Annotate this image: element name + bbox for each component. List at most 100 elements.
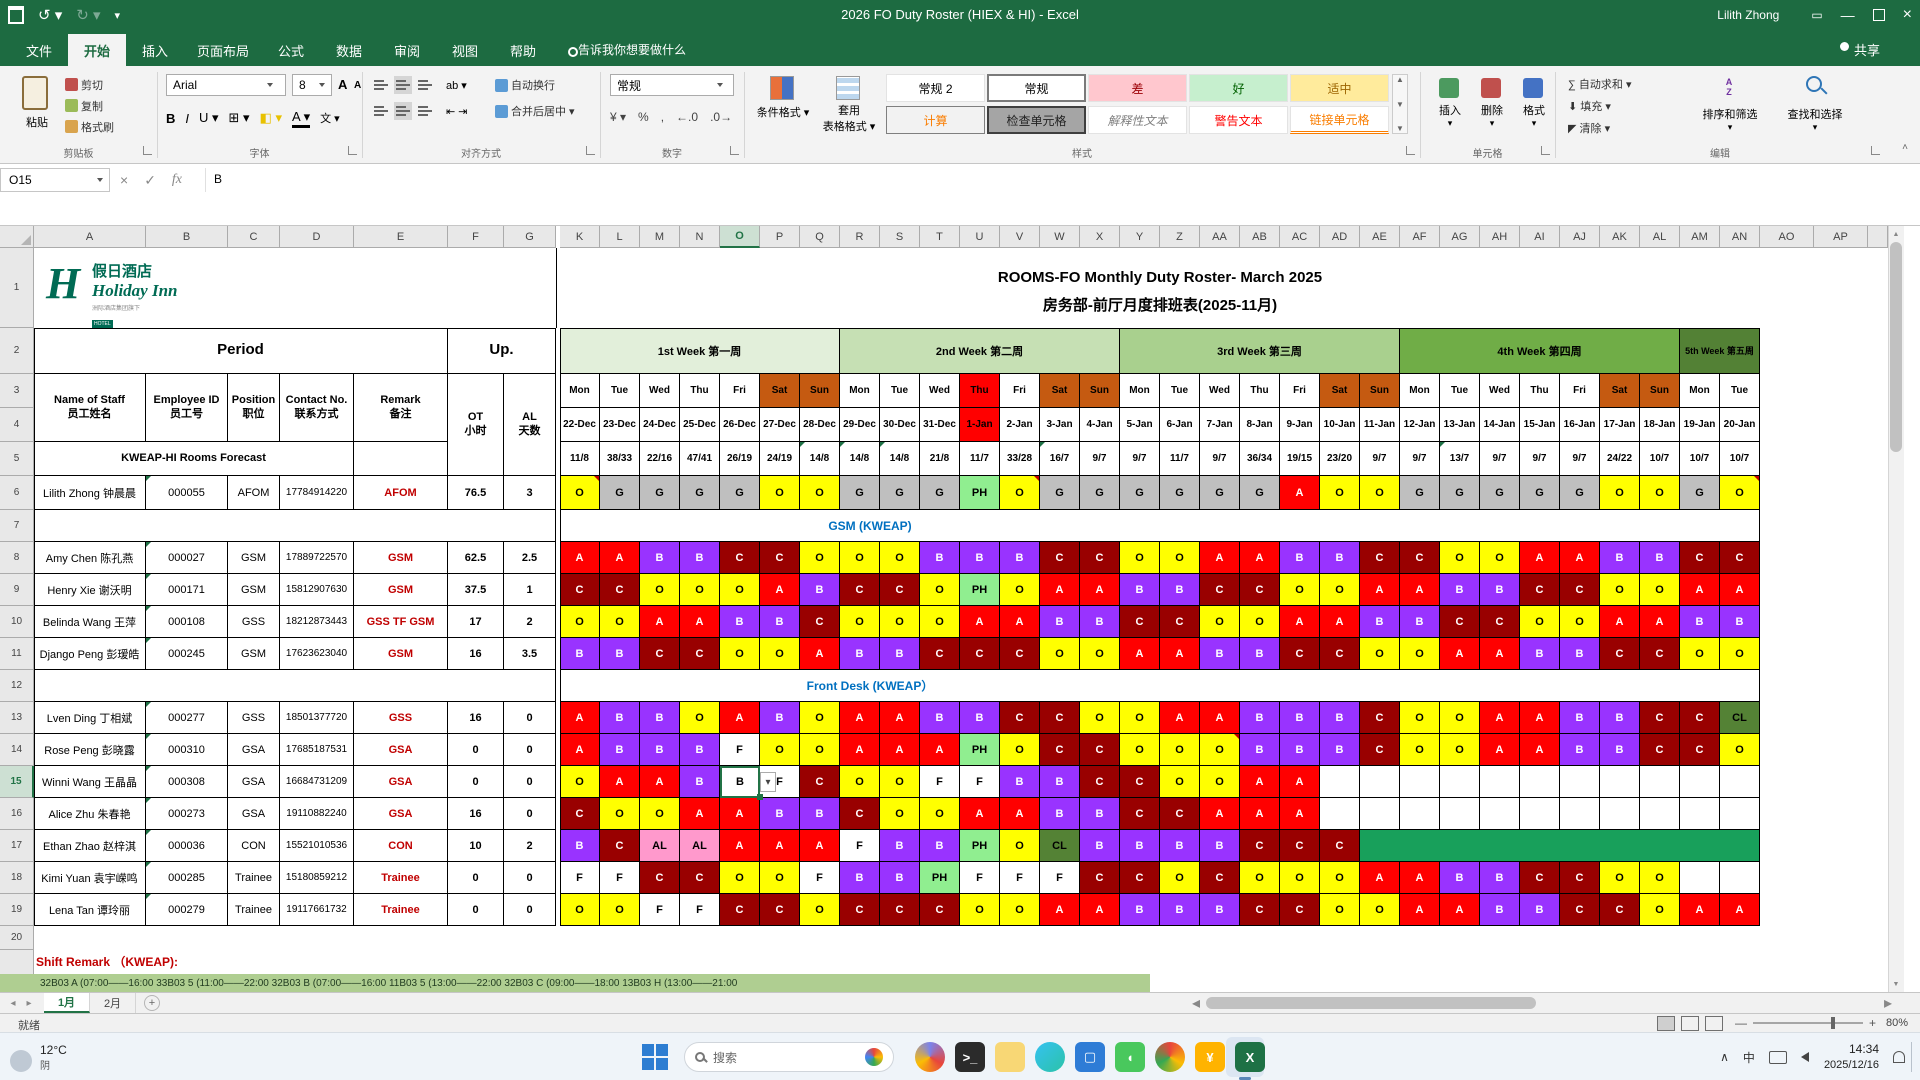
shift-cell-r8-c13[interactable]: C	[1080, 542, 1120, 574]
font-family-dropdown-icon[interactable]	[267, 83, 273, 87]
staff-ot-cell[interactable]: 0	[448, 766, 504, 798]
shift-cell-r15-c7[interactable]: O	[840, 766, 880, 798]
shift-cell-r8-c26[interactable]: B	[1600, 542, 1640, 574]
staff-id-cell[interactable]: 000108	[146, 606, 228, 638]
shift-cell-r10-c5[interactable]: B	[760, 606, 800, 638]
shift-cell-r15-c8[interactable]: O	[880, 766, 920, 798]
shift-cell-r13-c27[interactable]: C	[1640, 702, 1680, 734]
shift-cell-r6-c12[interactable]: G	[1040, 476, 1080, 510]
shift-cell-r11-c15[interactable]: A	[1160, 638, 1200, 670]
shift-cell-r6-c16[interactable]: G	[1200, 476, 1240, 510]
shift-cell-r10-c6[interactable]: C	[800, 606, 840, 638]
start-button[interactable]	[640, 1042, 670, 1072]
shift-cell-r13-c4[interactable]: A	[720, 702, 760, 734]
shift-cell-r19-c14[interactable]: B	[1120, 894, 1160, 926]
shift-cell-r13-c3[interactable]: O	[680, 702, 720, 734]
shift-cell-r11-c7[interactable]: B	[840, 638, 880, 670]
shift-cell-r13-c24[interactable]: A	[1520, 702, 1560, 734]
staff-id-cell[interactable]: 000310	[146, 734, 228, 766]
shift-cell-r15-c12[interactable]: B	[1040, 766, 1080, 798]
row-header-6[interactable]: 6	[0, 476, 34, 510]
staff-name-cell[interactable]: Alice Zhu 朱春艳	[34, 798, 146, 830]
shift-cell-r16-c12[interactable]: B	[1040, 798, 1080, 830]
bold-button[interactable]: B	[166, 111, 175, 126]
shift-cell-r9-c27[interactable]: O	[1640, 574, 1680, 606]
shift-cell-r10-c14[interactable]: C	[1120, 606, 1160, 638]
hscroll-left-icon[interactable]: ◂	[1190, 996, 1202, 1010]
shift-cell-r19-c7[interactable]: C	[840, 894, 880, 926]
shift-cell-r13-c13[interactable]: O	[1080, 702, 1120, 734]
scroll-down-icon[interactable]: ▼	[1890, 979, 1902, 989]
shift-cell-r8-c18[interactable]: B	[1280, 542, 1320, 574]
shift-cell-r14-c27[interactable]: C	[1640, 734, 1680, 766]
shift-cell-r17-c19[interactable]: C	[1320, 830, 1360, 862]
staff-id-cell[interactable]: 000273	[146, 798, 228, 830]
shift-cell-r13-c17[interactable]: B	[1240, 702, 1280, 734]
staff-ot-cell[interactable]: 10	[448, 830, 504, 862]
shift-cell-r16-c7[interactable]: C	[840, 798, 880, 830]
maximize-button[interactable]	[1873, 9, 1885, 21]
shift-cell-r16-c29[interactable]	[1720, 798, 1760, 830]
fill-handle[interactable]	[757, 794, 763, 800]
shift-cell-r14-c9[interactable]: A	[920, 734, 960, 766]
staff-al-cell[interactable]: 2	[504, 606, 556, 638]
sheet-tab-2月[interactable]: 2月	[90, 993, 136, 1013]
shift-cell-r10-c10[interactable]: A	[960, 606, 1000, 638]
shift-cell-r6-c19[interactable]: O	[1320, 476, 1360, 510]
staff-name-cell[interactable]: Lven Ding 丁相斌	[34, 702, 146, 734]
shift-cell-r14-c24[interactable]: A	[1520, 734, 1560, 766]
shift-cell-r19-c2[interactable]: F	[640, 894, 680, 926]
horizontal-scroll-thumb[interactable]	[1206, 997, 1536, 1009]
staff-al-cell[interactable]: 0	[504, 734, 556, 766]
column-header-AD[interactable]: AD	[1320, 226, 1360, 248]
shift-cell-r14-c2[interactable]: B	[640, 734, 680, 766]
staff-position-cell[interactable]: Trainee	[228, 862, 280, 894]
shift-cell-r9-c11[interactable]: O	[1000, 574, 1040, 606]
shift-cell-r9-c19[interactable]: O	[1320, 574, 1360, 606]
staff-position-cell[interactable]: GSM	[228, 542, 280, 574]
shift-cell-r16-c25[interactable]	[1560, 798, 1600, 830]
shift-cell-r11-c29[interactable]: O	[1720, 638, 1760, 670]
shift-cell-r16-c22[interactable]	[1440, 798, 1480, 830]
shift-cell-r16-c15[interactable]: C	[1160, 798, 1200, 830]
column-header-P[interactable]: P	[760, 226, 800, 248]
shift-cell-r18-c3[interactable]: C	[680, 862, 720, 894]
shift-cell-r11-c24[interactable]: B	[1520, 638, 1560, 670]
format-painter-button[interactable]: 格式刷	[62, 117, 148, 136]
collapse-ribbon-icon[interactable]: ˄	[1898, 140, 1912, 154]
shift-cell-r16-c18[interactable]: A	[1280, 798, 1320, 830]
shift-cell-r19-c12[interactable]: A	[1040, 894, 1080, 926]
shift-cell-r8-c29[interactable]: C	[1720, 542, 1760, 574]
sheet-tab-1月[interactable]: 1月	[44, 993, 90, 1013]
font-color-button[interactable]: A ▾	[292, 109, 310, 128]
shift-cell-r16-c26[interactable]	[1600, 798, 1640, 830]
shift-cell-r11-c27[interactable]: C	[1640, 638, 1680, 670]
dialog-launcher-icon[interactable]	[1541, 146, 1550, 155]
shift-cell-r18-c26[interactable]: O	[1600, 862, 1640, 894]
shift-cell-r8-c20[interactable]: C	[1360, 542, 1400, 574]
shift-cell-r6-c15[interactable]: G	[1160, 476, 1200, 510]
column-header-AA[interactable]: AA	[1200, 226, 1240, 248]
shift-cell-r15-c1[interactable]: A	[600, 766, 640, 798]
column-header-AN[interactable]: AN	[1720, 226, 1760, 248]
formula-input[interactable]: B	[205, 168, 1905, 192]
staff-position-cell[interactable]: GSA	[228, 798, 280, 830]
shift-cell-r19-c4[interactable]: C	[720, 894, 760, 926]
shift-cell-r16-c10[interactable]: A	[960, 798, 1000, 830]
staff-position-cell[interactable]: GSM	[228, 638, 280, 670]
staff-remark-cell[interactable]: GSM	[354, 638, 448, 670]
shift-cell-r16-c17[interactable]: A	[1240, 798, 1280, 830]
shift-cell-r9-c23[interactable]: B	[1480, 574, 1520, 606]
shift-cell-r9-c22[interactable]: B	[1440, 574, 1480, 606]
shift-cell-r13-c6[interactable]: O	[800, 702, 840, 734]
shift-cell-r14-c7[interactable]: A	[840, 734, 880, 766]
shift-cell-r10-c27[interactable]: A	[1640, 606, 1680, 638]
shift-cell-r6-c2[interactable]: G	[640, 476, 680, 510]
staff-position-cell[interactable]: Trainee	[228, 894, 280, 926]
shift-cell-r10-c15[interactable]: C	[1160, 606, 1200, 638]
staff-contact-cell[interactable]: 19110882240	[280, 798, 354, 830]
copy-button[interactable]: 复制	[62, 96, 148, 115]
staff-name-cell[interactable]: Kimi Yuan 袁宇嵘鸣	[34, 862, 146, 894]
shift-cell-r18-c8[interactable]: B	[880, 862, 920, 894]
staff-name-cell[interactable]: Amy Chen 陈孔燕	[34, 542, 146, 574]
